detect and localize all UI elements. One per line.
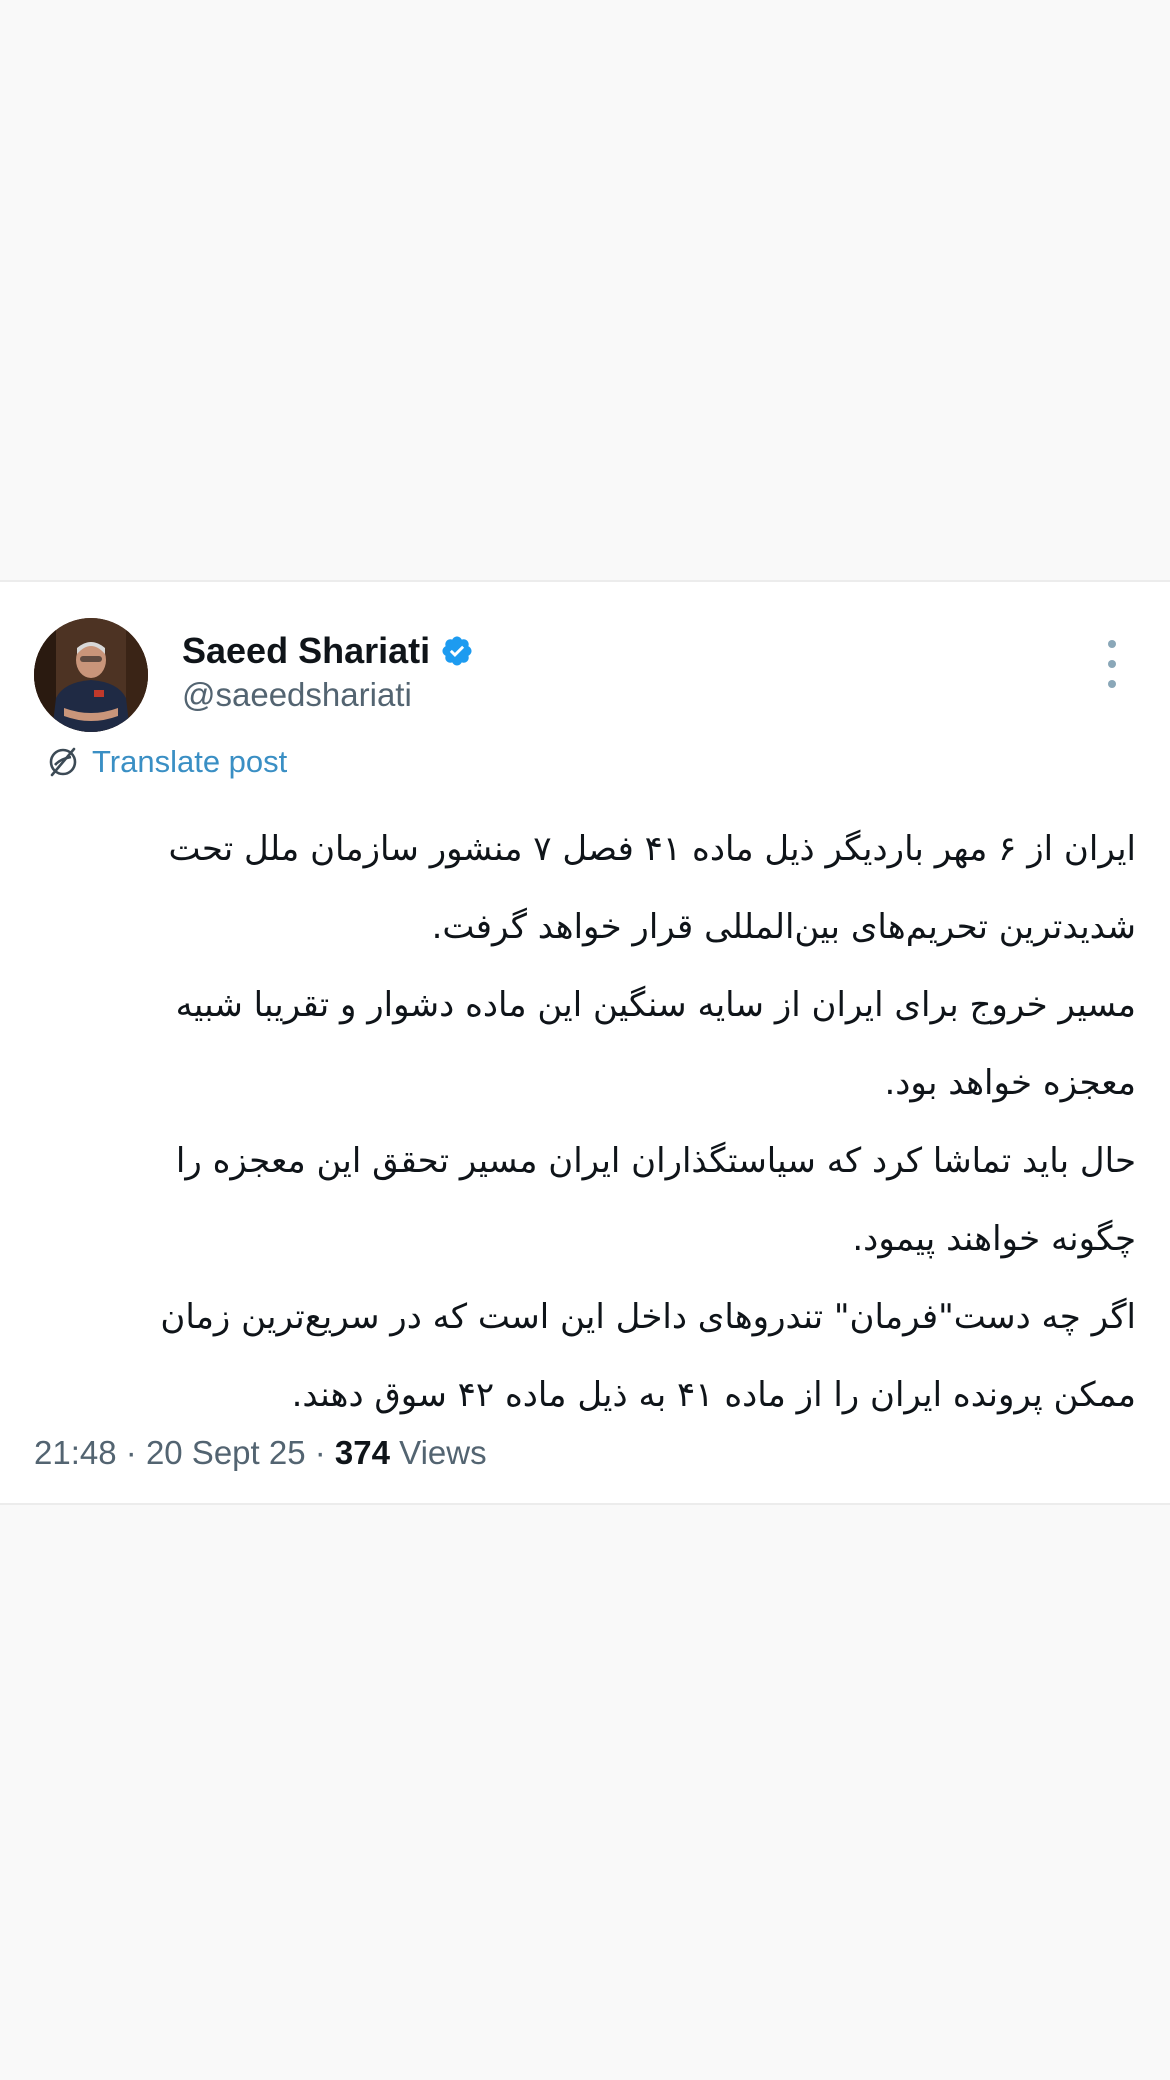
tweet-date[interactable]: 20 Sept 25 [146, 1434, 306, 1471]
tweet-paragraph: حال باید تماشا کرد که سیاستگذاران ایران … [175, 1141, 1136, 1259]
author-name-row[interactable]: Saeed Shariati [182, 630, 474, 672]
author-handle[interactable]: @saeedshariati [182, 676, 412, 714]
translate-globe-icon [49, 747, 77, 777]
views-count[interactable]: 374 [335, 1434, 390, 1471]
avatar-image [34, 618, 148, 732]
meta-separator: · [125, 1434, 137, 1471]
verified-badge-icon [442, 636, 472, 666]
tweet-time[interactable]: 21:48 [34, 1434, 117, 1471]
tweet-paragraph: ایران از ۶ مهر باردیگر ذیل ماده ۴۱ فصل ۷… [168, 829, 1136, 947]
author-name[interactable]: Saeed Shariati [182, 630, 430, 672]
tweet-paragraph: اگر چه دست"فرمان" تندروهای داخل این است … [160, 1297, 1136, 1415]
tweet-meta: 21:48 · 20 Sept 25 · 374 Views [34, 1434, 487, 1472]
more-vertical-icon-dot [1108, 680, 1116, 688]
meta-separator: · [314, 1434, 326, 1471]
avatar[interactable] [34, 618, 148, 732]
more-vertical-icon-dot [1108, 660, 1116, 668]
more-options-button[interactable] [1094, 640, 1130, 688]
translate-post-button[interactable]: Translate post [46, 744, 287, 780]
page: Saeed Shariati @saeedshariati Translate … [0, 0, 1170, 2080]
views-label: Views [399, 1434, 487, 1471]
tweet-paragraph: مسیر خروج برای ایران از سایه سنگین این م… [175, 985, 1136, 1103]
translate-post-label[interactable]: Translate post [92, 744, 287, 780]
more-vertical-icon [1108, 640, 1116, 648]
tweet-card: Saeed Shariati @saeedshariati Translate … [0, 580, 1170, 1505]
tweet-text: ایران از ۶ مهر باردیگر ذیل ماده ۴۱ فصل ۷… [90, 810, 1136, 1434]
